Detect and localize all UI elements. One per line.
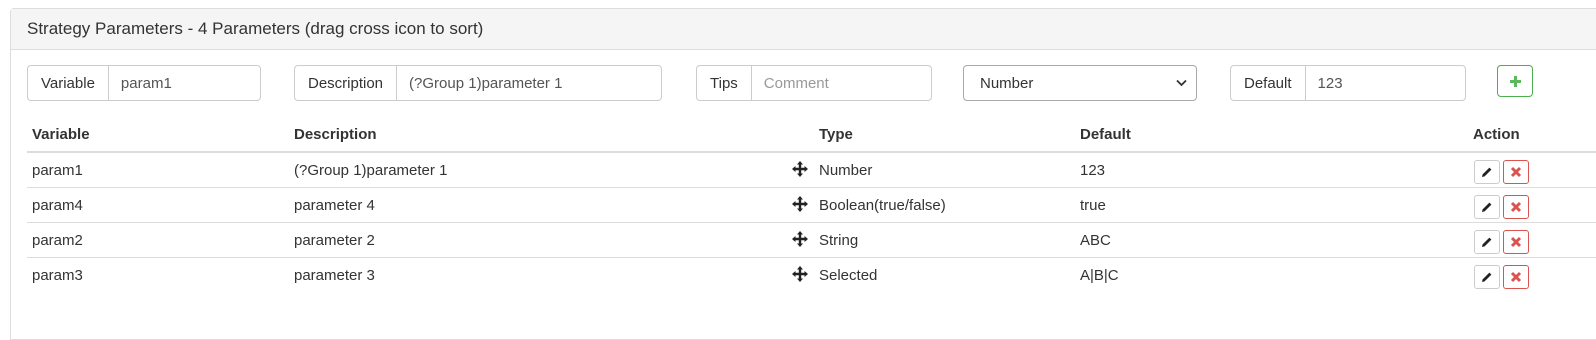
description-addon-label: Description [294,65,397,101]
default-input[interactable]: 123 [1304,65,1466,101]
table-row: param2 parameter 2 String ABC [11,223,1596,258]
delete-button[interactable] [1503,160,1529,184]
x-icon [1510,201,1522,213]
pencil-icon [1482,237,1492,247]
tips-addon-label: Tips [696,65,751,101]
table-row: param1 (?Group 1)parameter 1 Number 123 [11,153,1596,188]
table-row: param3 parameter 3 Selected A|B|C [11,258,1596,293]
cell-variable: param3 [32,267,83,284]
column-header-variable: Variable [32,126,90,143]
strategy-parameters-panel: Strategy Parameters - 4 Parameters (drag… [10,8,1596,340]
x-icon [1510,271,1522,283]
variable-input-group: Variable param1 [27,65,261,101]
description-input[interactable]: (?Group 1)parameter 1 [396,65,663,101]
move-cross-icon[interactable] [792,231,808,247]
cell-default: A|B|C [1080,267,1119,284]
cell-default: 123 [1080,162,1106,179]
cell-description: parameter 2 [294,232,375,249]
add-parameter-button[interactable] [1497,65,1533,97]
tips-input[interactable]: Comment [750,65,932,101]
delete-button[interactable] [1503,265,1529,289]
panel-heading: Strategy Parameters - 4 Parameters (drag… [11,9,1596,50]
move-cross-icon[interactable] [792,161,808,177]
type-select[interactable]: Number [963,65,1197,101]
column-header-type: Type [819,126,853,143]
variable-addon-label: Variable [27,65,108,101]
edit-button[interactable] [1474,160,1500,184]
tips-input-group: Tips Comment [696,65,932,101]
cell-type: Selected [819,267,878,284]
x-icon [1510,166,1522,178]
pencil-icon [1482,202,1492,212]
column-header-action: Action [1473,126,1520,143]
move-cross-icon[interactable] [792,196,808,212]
cell-type: String [819,232,859,249]
pencil-icon [1482,167,1492,177]
description-input-group: Description (?Group 1)parameter 1 [294,65,663,101]
cell-type: Number [819,162,873,179]
cell-variable: param1 [32,162,83,179]
panel-title: Strategy Parameters - 4 Parameters (drag… [27,19,484,38]
cell-description: (?Group 1)parameter 1 [294,162,448,179]
delete-button[interactable] [1503,230,1529,254]
column-header-description: Description [294,126,377,143]
edit-button[interactable] [1474,265,1500,289]
plus-icon [1509,75,1521,87]
chevron-down-icon [1176,79,1187,87]
cell-default: true [1080,197,1106,214]
edit-button[interactable] [1474,195,1500,219]
move-cross-icon[interactable] [792,266,808,282]
cell-variable: param2 [32,232,83,249]
cell-variable: param4 [32,197,83,214]
default-input-group: Default 123 [1230,65,1466,101]
column-header-default: Default [1080,126,1131,143]
cell-default: ABC [1080,232,1111,249]
cell-type: Boolean(true/false) [819,197,946,214]
delete-button[interactable] [1503,195,1529,219]
variable-input[interactable]: param1 [107,65,261,101]
default-addon-label: Default [1230,65,1305,101]
cell-description: parameter 4 [294,197,375,214]
cell-description: parameter 3 [294,267,375,284]
pencil-icon [1482,272,1492,282]
type-select-value: Number [980,74,1034,92]
edit-button[interactable] [1474,230,1500,254]
x-icon [1510,236,1522,248]
table-row: param4 parameter 4 Boolean(true/false) t… [11,188,1596,223]
